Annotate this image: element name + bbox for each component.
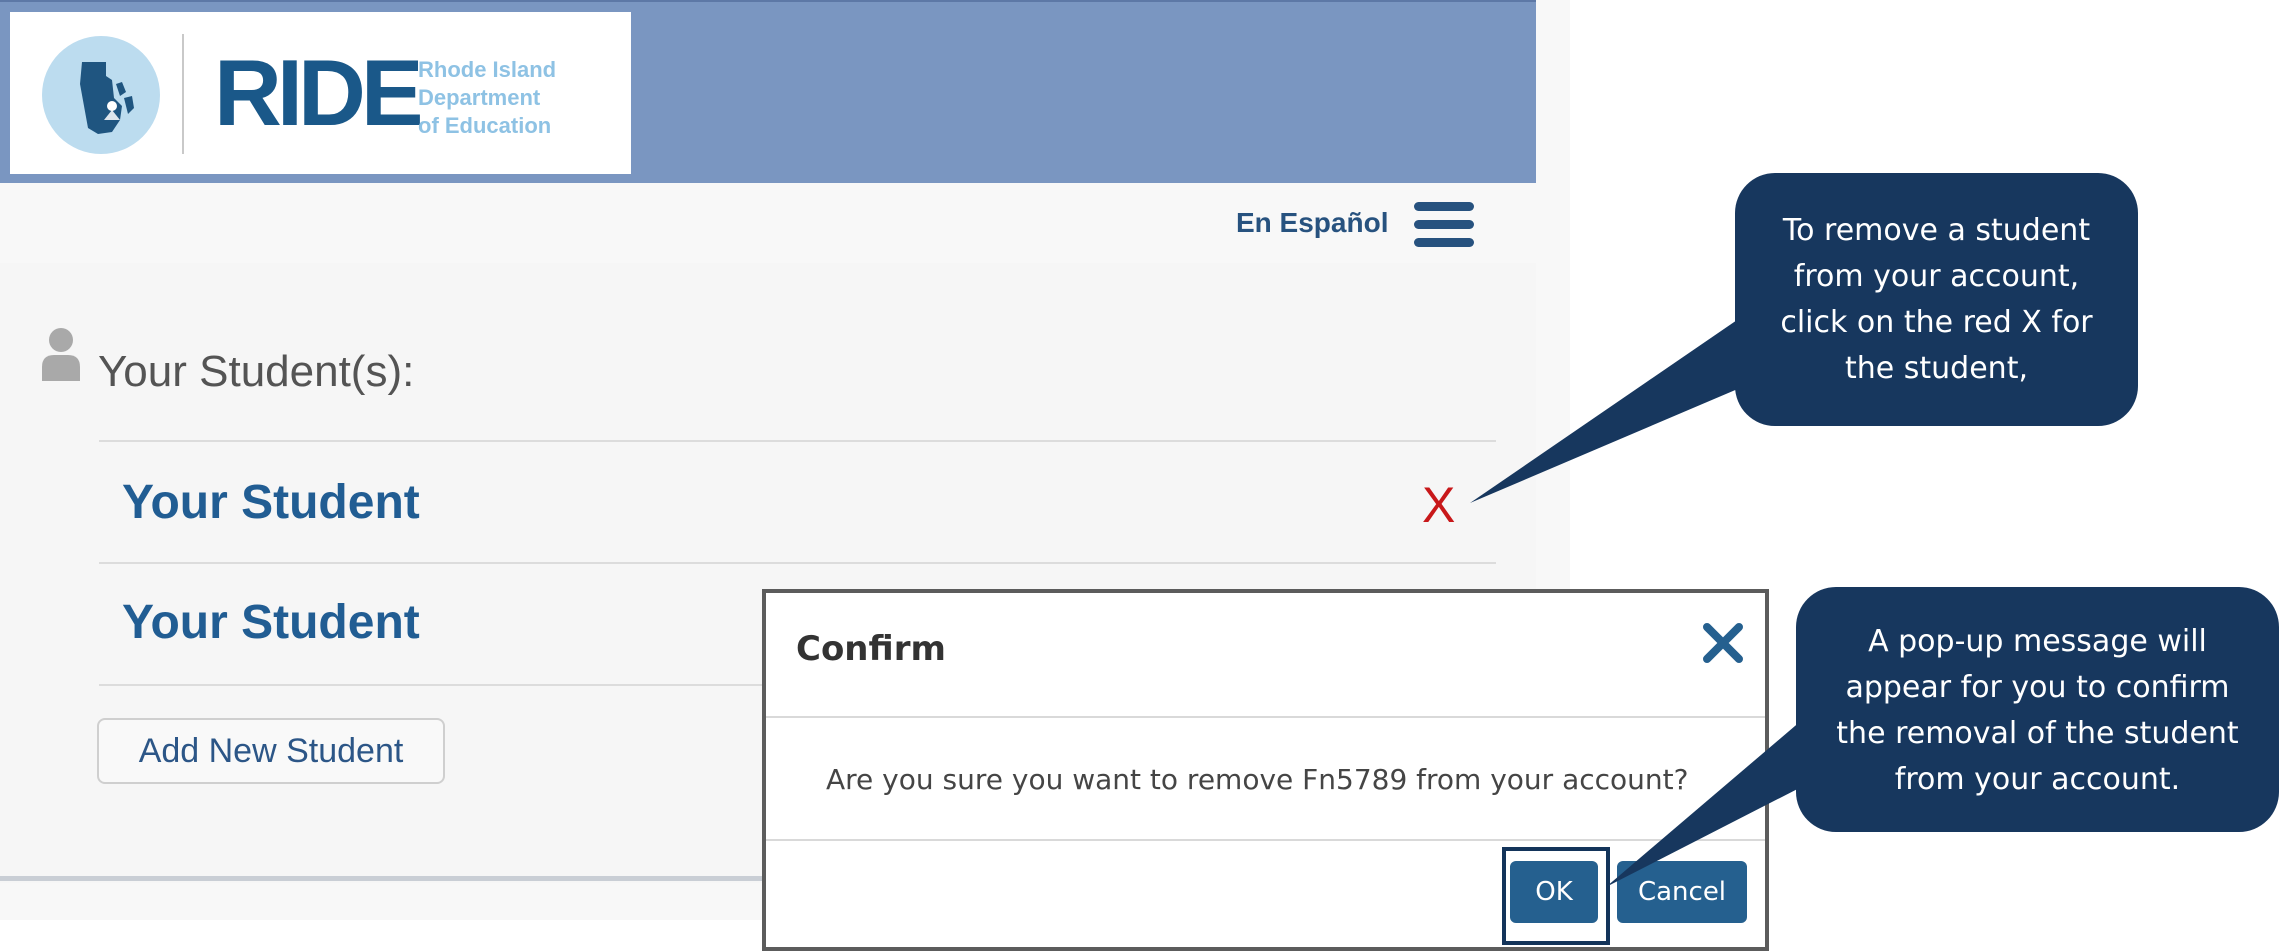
callout-line: from your account,: [1793, 259, 2080, 294]
instruction-callout: A pop-up message will appear for you to …: [1796, 587, 2279, 832]
callout-line: the removal of the student: [1836, 716, 2239, 751]
callout-line: A pop-up message will: [1868, 624, 2207, 659]
callout-line: from your account.: [1894, 762, 2181, 797]
callout-line: the student,: [1845, 351, 2028, 386]
callout-pointer: [1606, 720, 1815, 887]
callout-line: To remove a student: [1782, 213, 2091, 248]
callout-line: appear for you to confirm: [1845, 670, 2230, 705]
callout-pointer: [1470, 318, 1740, 503]
instruction-callout: To remove a student from your account, c…: [1735, 173, 2138, 426]
callout-line: click on the red X for: [1780, 305, 2093, 340]
